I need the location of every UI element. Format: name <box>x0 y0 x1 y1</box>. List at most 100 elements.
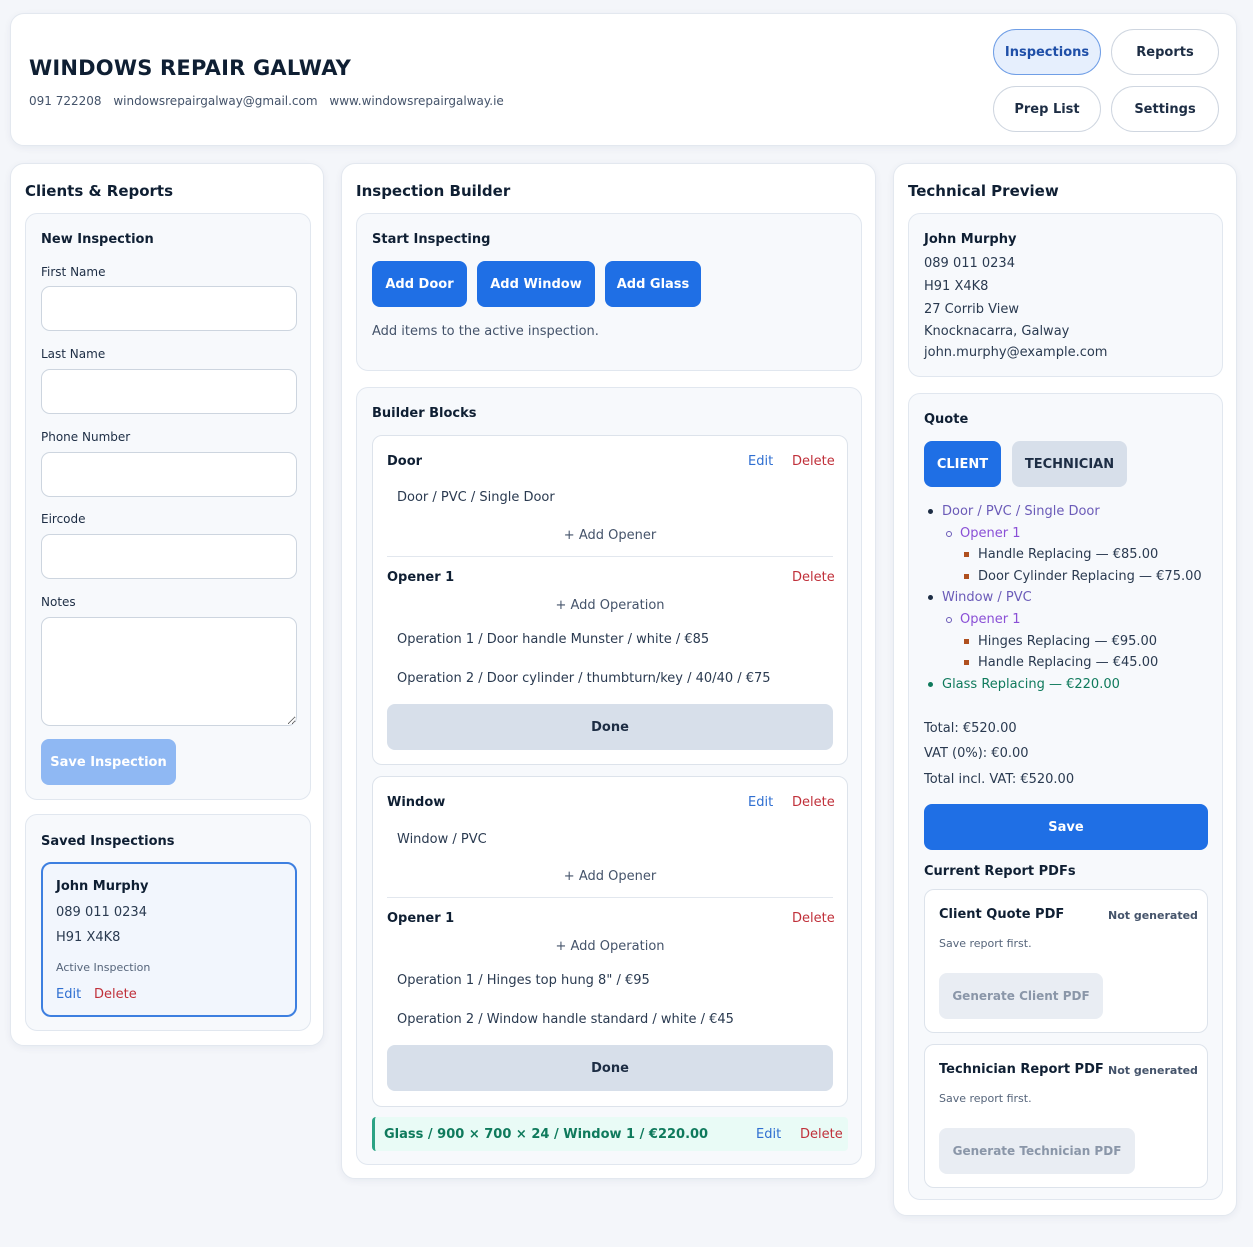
notes-label: Notes <box>41 595 76 609</box>
saved-inspections-title: Saved Inspections <box>41 834 175 849</box>
window-add-opener-link[interactable]: + Add Opener <box>387 869 833 884</box>
start-hint: Add items to the active inspection. <box>372 324 599 339</box>
client-pdf-title: Client Quote PDF <box>939 907 1065 922</box>
preview-title: Technical Preview <box>908 182 1059 200</box>
window-delete-link[interactable]: Delete <box>792 795 835 810</box>
generate-client-pdf-button[interactable]: Generate Client PDF <box>939 973 1103 1019</box>
quote-item-door-opener: Opener 1 <box>927 523 1217 545</box>
door-add-operation-link[interactable]: + Add Operation <box>387 598 833 613</box>
saved-inspection-card[interactable]: John Murphy 089 011 0234 H91 X4K8 Active… <box>41 862 297 1017</box>
quote-item-window: Window / PVC <box>927 587 1217 609</box>
nav-settings-button[interactable]: Settings <box>1111 86 1219 132</box>
nav-reports-button[interactable]: Reports <box>1111 29 1219 75</box>
notes-textarea[interactable] <box>41 617 297 726</box>
add-window-button[interactable]: Add Window <box>477 261 595 307</box>
eircode-input[interactable] <box>41 534 297 579</box>
preview-client-name: John Murphy <box>924 232 1017 247</box>
window-divider <box>387 897 833 898</box>
saved-edit-link[interactable]: Edit <box>56 987 81 1002</box>
contact-website: www.windowsrepairgalway.ie <box>329 94 504 108</box>
client-details-panel: John Murphy 089 011 0234 H91 X4K8 27 Cor… <box>908 213 1223 377</box>
add-door-button[interactable]: Add Door <box>372 261 467 307</box>
contact-phone: 091 722208 <box>29 94 102 108</box>
bullet-icon <box>928 509 933 514</box>
quote-item-window-op1: Hinges Replacing — €95.00 <box>927 631 1217 653</box>
nav-prep-list-button[interactable]: Prep List <box>993 86 1101 132</box>
window-add-operation-link[interactable]: + Add Operation <box>387 939 833 954</box>
phone-input[interactable] <box>41 452 297 497</box>
technician-pdf-title: Technician Report PDF <box>939 1062 1104 1077</box>
preview-client-phone: 089 011 0234 <box>924 256 1015 271</box>
window-edit-link[interactable]: Edit <box>748 795 773 810</box>
saved-client-name: John Murphy <box>56 879 149 894</box>
quote-save-button[interactable]: Save <box>924 804 1208 850</box>
glass-summary: Glass / 900 × 700 × 24 / Window 1 / €220… <box>384 1127 709 1142</box>
first-name-input[interactable] <box>41 286 297 331</box>
contact-email: windowsrepairgalway@gmail.com <box>113 94 318 108</box>
door-add-opener-link[interactable]: + Add Opener <box>387 528 833 543</box>
technician-pdf-status-badge: Not generated <box>1108 1064 1198 1077</box>
square-bullet-icon <box>964 573 969 579</box>
saved-delete-link[interactable]: Delete <box>94 987 137 1002</box>
save-inspection-button[interactable]: Save Inspection <box>41 739 176 785</box>
quote-total: Total: €520.00 <box>924 721 1017 736</box>
nav-inspections-button[interactable]: Inspections <box>993 29 1101 75</box>
glass-delete-link[interactable]: Delete <box>800 1127 843 1142</box>
quote-tab-technician[interactable]: TECHNICIAN <box>1012 441 1127 487</box>
bullet-icon <box>928 681 933 687</box>
saved-client-phone: 089 011 0234 <box>56 905 147 920</box>
door-operation-1: Operation 1 / Door handle Munster / whit… <box>397 632 710 647</box>
brand-title: WINDOWS REPAIR GALWAY <box>29 56 352 80</box>
square-bullet-icon <box>964 552 969 558</box>
new-inspection-title: New Inspection <box>41 232 154 247</box>
bullet-icon <box>928 595 933 601</box>
window-block-title: Window <box>387 795 446 810</box>
quote-tab-client[interactable]: CLIENT <box>924 441 1001 487</box>
quote-panel: Quote CLIENT TECHNICIAN Door / PVC / Sin… <box>908 393 1223 1200</box>
generate-technician-pdf-button[interactable]: Generate Technician PDF <box>939 1128 1135 1174</box>
window-operation-1: Operation 1 / Hinges top hung 8" / €95 <box>397 973 650 988</box>
pdfs-title: Current Report PDFs <box>924 864 1076 879</box>
window-opener-title: Opener 1 <box>387 911 455 926</box>
door-opener-title: Opener 1 <box>387 570 455 585</box>
technician-pdf-card: Technician Report PDF Not generated Save… <box>924 1044 1208 1188</box>
window-operation-2: Operation 2 / Window handle standard / w… <box>397 1012 734 1027</box>
door-opener-delete-link[interactable]: Delete <box>792 570 835 585</box>
first-name-label: First Name <box>41 265 106 279</box>
window-summary: Window / PVC <box>397 832 487 847</box>
add-glass-button[interactable]: Add Glass <box>605 261 701 307</box>
client-pdf-status-badge: Not generated <box>1108 909 1198 922</box>
last-name-label: Last Name <box>41 347 106 361</box>
preview-client-address2: Knocknacarra, Galway <box>924 324 1070 339</box>
start-inspecting-panel: Start Inspecting Add Door Add Window Add… <box>356 213 862 371</box>
quote-item-glass: Glass Replacing — €220.00 <box>927 674 1217 696</box>
technician-pdf-hint: Save report first. <box>939 1092 1032 1105</box>
last-name-input[interactable] <box>41 369 297 414</box>
preview-client-eircode: H91 X4K8 <box>924 279 989 294</box>
client-pdf-hint: Save report first. <box>939 937 1032 950</box>
app-header: WINDOWS REPAIR GALWAY 091 722208 windows… <box>10 13 1237 146</box>
quote-item-window-opener: Opener 1 <box>927 609 1217 631</box>
window-block: Window Edit Delete Window / PVC + Add Op… <box>372 776 848 1107</box>
window-done-button[interactable]: Done <box>387 1045 833 1091</box>
quote-item-door-op2: Door Cylinder Replacing — €75.00 <box>927 566 1217 588</box>
builder-blocks-panel: Builder Blocks Door Edit Delete Door / P… <box>356 387 862 1165</box>
saved-client-eircode: H91 X4K8 <box>56 930 121 945</box>
quote-items-list: Door / PVC / Single Door Opener 1 Handle… <box>927 501 1217 695</box>
contact-info: 091 722208 windowsrepairgalway@gmail.com… <box>29 94 512 108</box>
quote-item-window-op2: Handle Replacing — €45.00 <box>927 652 1217 674</box>
ring-bullet-icon <box>946 616 952 623</box>
quote-item-door-op1: Handle Replacing — €85.00 <box>927 544 1217 566</box>
quote-item-door: Door / PVC / Single Door <box>927 501 1217 523</box>
door-delete-link[interactable]: Delete <box>792 454 835 469</box>
start-inspecting-title: Start Inspecting <box>372 232 491 247</box>
preview-client-address1: 27 Corrib View <box>924 302 1020 317</box>
quote-vat: VAT (0%): €0.00 <box>924 746 1029 761</box>
door-edit-link[interactable]: Edit <box>748 454 773 469</box>
window-opener-delete-link[interactable]: Delete <box>792 911 835 926</box>
door-done-button[interactable]: Done <box>387 704 833 750</box>
square-bullet-icon <box>964 660 969 666</box>
builder-blocks-title: Builder Blocks <box>372 406 477 421</box>
door-summary: Door / PVC / Single Door <box>397 490 555 505</box>
glass-edit-link[interactable]: Edit <box>756 1127 781 1142</box>
